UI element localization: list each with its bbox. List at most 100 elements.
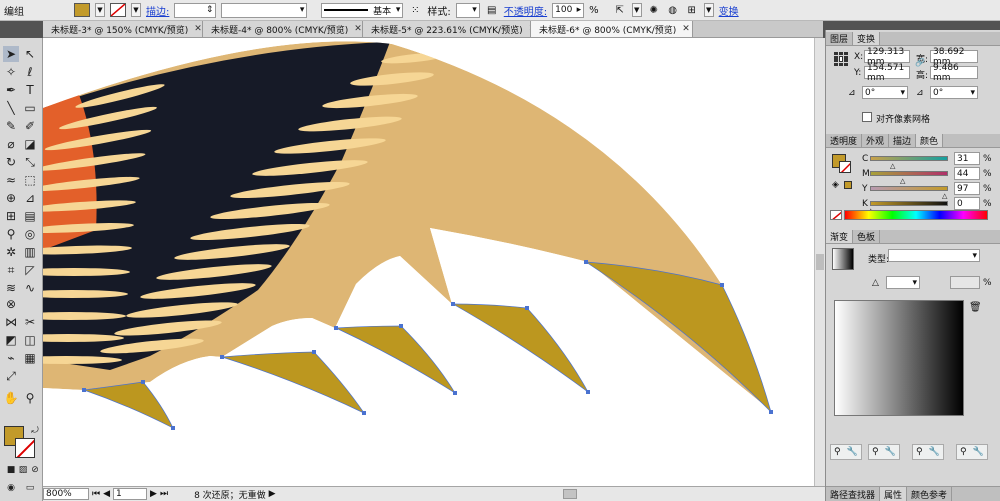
type-tool-icon[interactable]: T	[22, 82, 38, 98]
close-icon[interactable]: ✕	[682, 24, 690, 34]
opacity-link[interactable]: 不透明度:	[504, 3, 547, 18]
tab-pathfinder[interactable]: 路径查找器	[826, 487, 881, 501]
chevron-down-icon[interactable]: ▾	[300, 5, 305, 15]
gradient-preview[interactable]	[834, 300, 964, 416]
mesh-tool-icon[interactable]: ⊞	[3, 208, 19, 224]
close-icon[interactable]: ✕	[354, 24, 362, 34]
brush-preset-2[interactable]: ⚲ 🔧	[868, 444, 900, 460]
stroke-color-box[interactable]	[15, 438, 35, 458]
pan-tool-icon[interactable]: ✋	[3, 390, 19, 406]
direct-selection-tool-icon[interactable]: ↖	[22, 46, 38, 62]
none-swatch[interactable]	[830, 210, 842, 220]
measure-tool-icon[interactable]: ⤢	[3, 368, 19, 384]
artboard-field[interactable]: 1	[113, 488, 148, 500]
cyan-slider-thumb[interactable]: △	[890, 162, 895, 170]
tab-doc-6[interactable]: 未标题-6* @ 800% (CMYK/预览) ✕	[531, 21, 693, 37]
color-stroke-swatch[interactable]	[839, 161, 851, 173]
line-tool-icon[interactable]: ╲	[3, 100, 19, 116]
align-icon[interactable]: ⊞	[685, 3, 699, 17]
gradient-angle-field[interactable]: ▾	[886, 276, 920, 289]
tab-doc-3[interactable]: 未标题-3* @ 150% (CMYK/预览) ✕	[43, 21, 203, 37]
rotate-field[interactable]: 0° ▾	[862, 86, 908, 99]
stroke-width-field[interactable]: ⇕	[174, 2, 217, 18]
chevron-down-icon[interactable]: ▾	[970, 88, 975, 98]
slice-tool-icon[interactable]: ◸	[22, 262, 38, 278]
chevron-down-icon[interactable]: ▾	[396, 5, 401, 15]
align-pixel-checkbox[interactable]	[862, 112, 872, 122]
status-menu-icon[interactable]: ▶	[269, 489, 276, 499]
panel-menu-icon[interactable]: ▤	[485, 3, 499, 17]
brush-preset-4[interactable]: ⚲ 🔧	[956, 444, 988, 460]
tab-color-guide[interactable]: 颜色参考	[907, 487, 953, 501]
tab-transform[interactable]: 变换	[853, 32, 881, 45]
artboard-canvas[interactable]	[43, 38, 814, 486]
warp-tool-icon[interactable]: ≈	[3, 172, 19, 188]
brush-preset-1[interactable]: ⚲ 🔧	[830, 444, 862, 460]
zoom-field[interactable]: 800%	[43, 488, 89, 500]
paintbrush-tool-icon[interactable]: ✎	[3, 118, 19, 134]
shape-builder-tool-icon[interactable]: ⊕	[3, 190, 19, 206]
tab-doc-4[interactable]: 未标题-4* @ 800% (CMYK/预览) ✕	[203, 21, 363, 37]
blob-brush-tool-icon[interactable]: ⌀	[3, 136, 19, 152]
lasso-tool-icon[interactable]: ℓ	[22, 64, 38, 80]
recolor-artwork-icon[interactable]: ⁙	[408, 3, 422, 17]
selection-tool-icon[interactable]: ➤	[3, 46, 19, 62]
gradient-opacity-field[interactable]	[950, 276, 980, 289]
pen-tool-icon[interactable]: ✒	[3, 82, 19, 98]
rectangle-tool-icon[interactable]: ▭	[22, 100, 38, 116]
fill-swatch[interactable]	[74, 3, 90, 17]
magenta-slider-thumb[interactable]: △	[900, 177, 905, 185]
magenta-slider[interactable]	[870, 171, 948, 176]
graph-tool-icon[interactable]: ◫	[22, 332, 38, 348]
globe-tool-icon[interactable]: ⊗	[3, 296, 19, 312]
align-dropdown-icon[interactable]: ▼	[703, 3, 714, 17]
live-paint-tool-icon[interactable]: ◩	[3, 332, 19, 348]
gradient-thumbnail[interactable]	[832, 248, 854, 270]
screen-mode-icon[interactable]: ▭	[22, 480, 38, 496]
height-field[interactable]: 9.486 mm	[930, 63, 978, 83]
prev-artboard-icon[interactable]: ◀	[103, 489, 110, 499]
width-field[interactable]: 38.692 mm	[930, 47, 978, 67]
draw-mode-icon[interactable]: ◉	[3, 480, 19, 496]
vertical-scrollbar[interactable]	[814, 38, 825, 486]
eyedropper-tool-icon[interactable]: ⚲	[3, 226, 19, 242]
stepper-icon[interactable]: ⇕	[206, 5, 214, 15]
perspective-grid-tool-icon[interactable]: ⊿	[22, 190, 38, 206]
stroke-dropdown-icon[interactable]: ▼	[131, 3, 141, 17]
hand-tool-icon[interactable]: ⋈	[3, 314, 19, 330]
chevron-down-icon[interactable]: ▾	[912, 278, 917, 288]
reference-point-icon[interactable]	[834, 52, 848, 66]
black-field[interactable]: 0	[954, 197, 980, 210]
pencil-tool-icon[interactable]: ✐	[22, 118, 38, 134]
gradient-tool-icon[interactable]: ▤	[22, 208, 38, 224]
color-spectrum[interactable]	[844, 210, 988, 220]
tab-layers[interactable]: 图层	[826, 32, 854, 45]
close-icon[interactable]: ✕	[194, 24, 202, 34]
cyan-field[interactable]: 31	[954, 152, 980, 165]
tab-appearance[interactable]: 外观	[862, 134, 890, 147]
tab-attributes[interactable]: 属性	[880, 487, 908, 501]
yellow-slider-thumb[interactable]: △	[942, 192, 947, 200]
horizontal-scroll-thumb[interactable]	[563, 489, 577, 499]
artboard-tool-icon[interactable]: ⌗	[3, 262, 19, 278]
knife-tool-icon[interactable]: ⌁	[3, 350, 19, 366]
cyan-slider[interactable]	[870, 156, 948, 161]
select-similar-dropdown-icon[interactable]: ▼	[631, 3, 642, 17]
free-transform-tool-icon[interactable]: ⬚	[22, 172, 38, 188]
tab-stroke[interactable]: 描边	[889, 134, 917, 147]
chevron-down-icon[interactable]: ▾	[900, 88, 905, 98]
symbol-sprayer-tool-icon[interactable]: ✲	[3, 244, 19, 260]
next-artboard-icon[interactable]: ▶	[150, 489, 157, 499]
tab-doc-5[interactable]: 未标题-5* @ 223.61% (CMYK/预览)✕	[363, 21, 531, 37]
reshape-tool-icon[interactable]: ∿	[22, 280, 38, 296]
yellow-slider[interactable]	[870, 186, 948, 191]
x-field[interactable]: 129.313 mm	[864, 47, 910, 67]
transform-link[interactable]: 变换	[719, 3, 739, 18]
blend-extra-tool-icon[interactable]: ▦	[22, 350, 38, 366]
gradient-type-select[interactable]: ▾	[888, 249, 980, 262]
scale-tool-icon[interactable]: ⤡	[22, 154, 38, 170]
rotate-tool-icon[interactable]: ↻	[3, 154, 19, 170]
fill-dropdown-icon[interactable]: ▼	[95, 3, 105, 17]
brush-definition[interactable]: 基本 ▾	[321, 2, 404, 18]
chevron-down-icon[interactable]: ▾	[472, 5, 477, 15]
